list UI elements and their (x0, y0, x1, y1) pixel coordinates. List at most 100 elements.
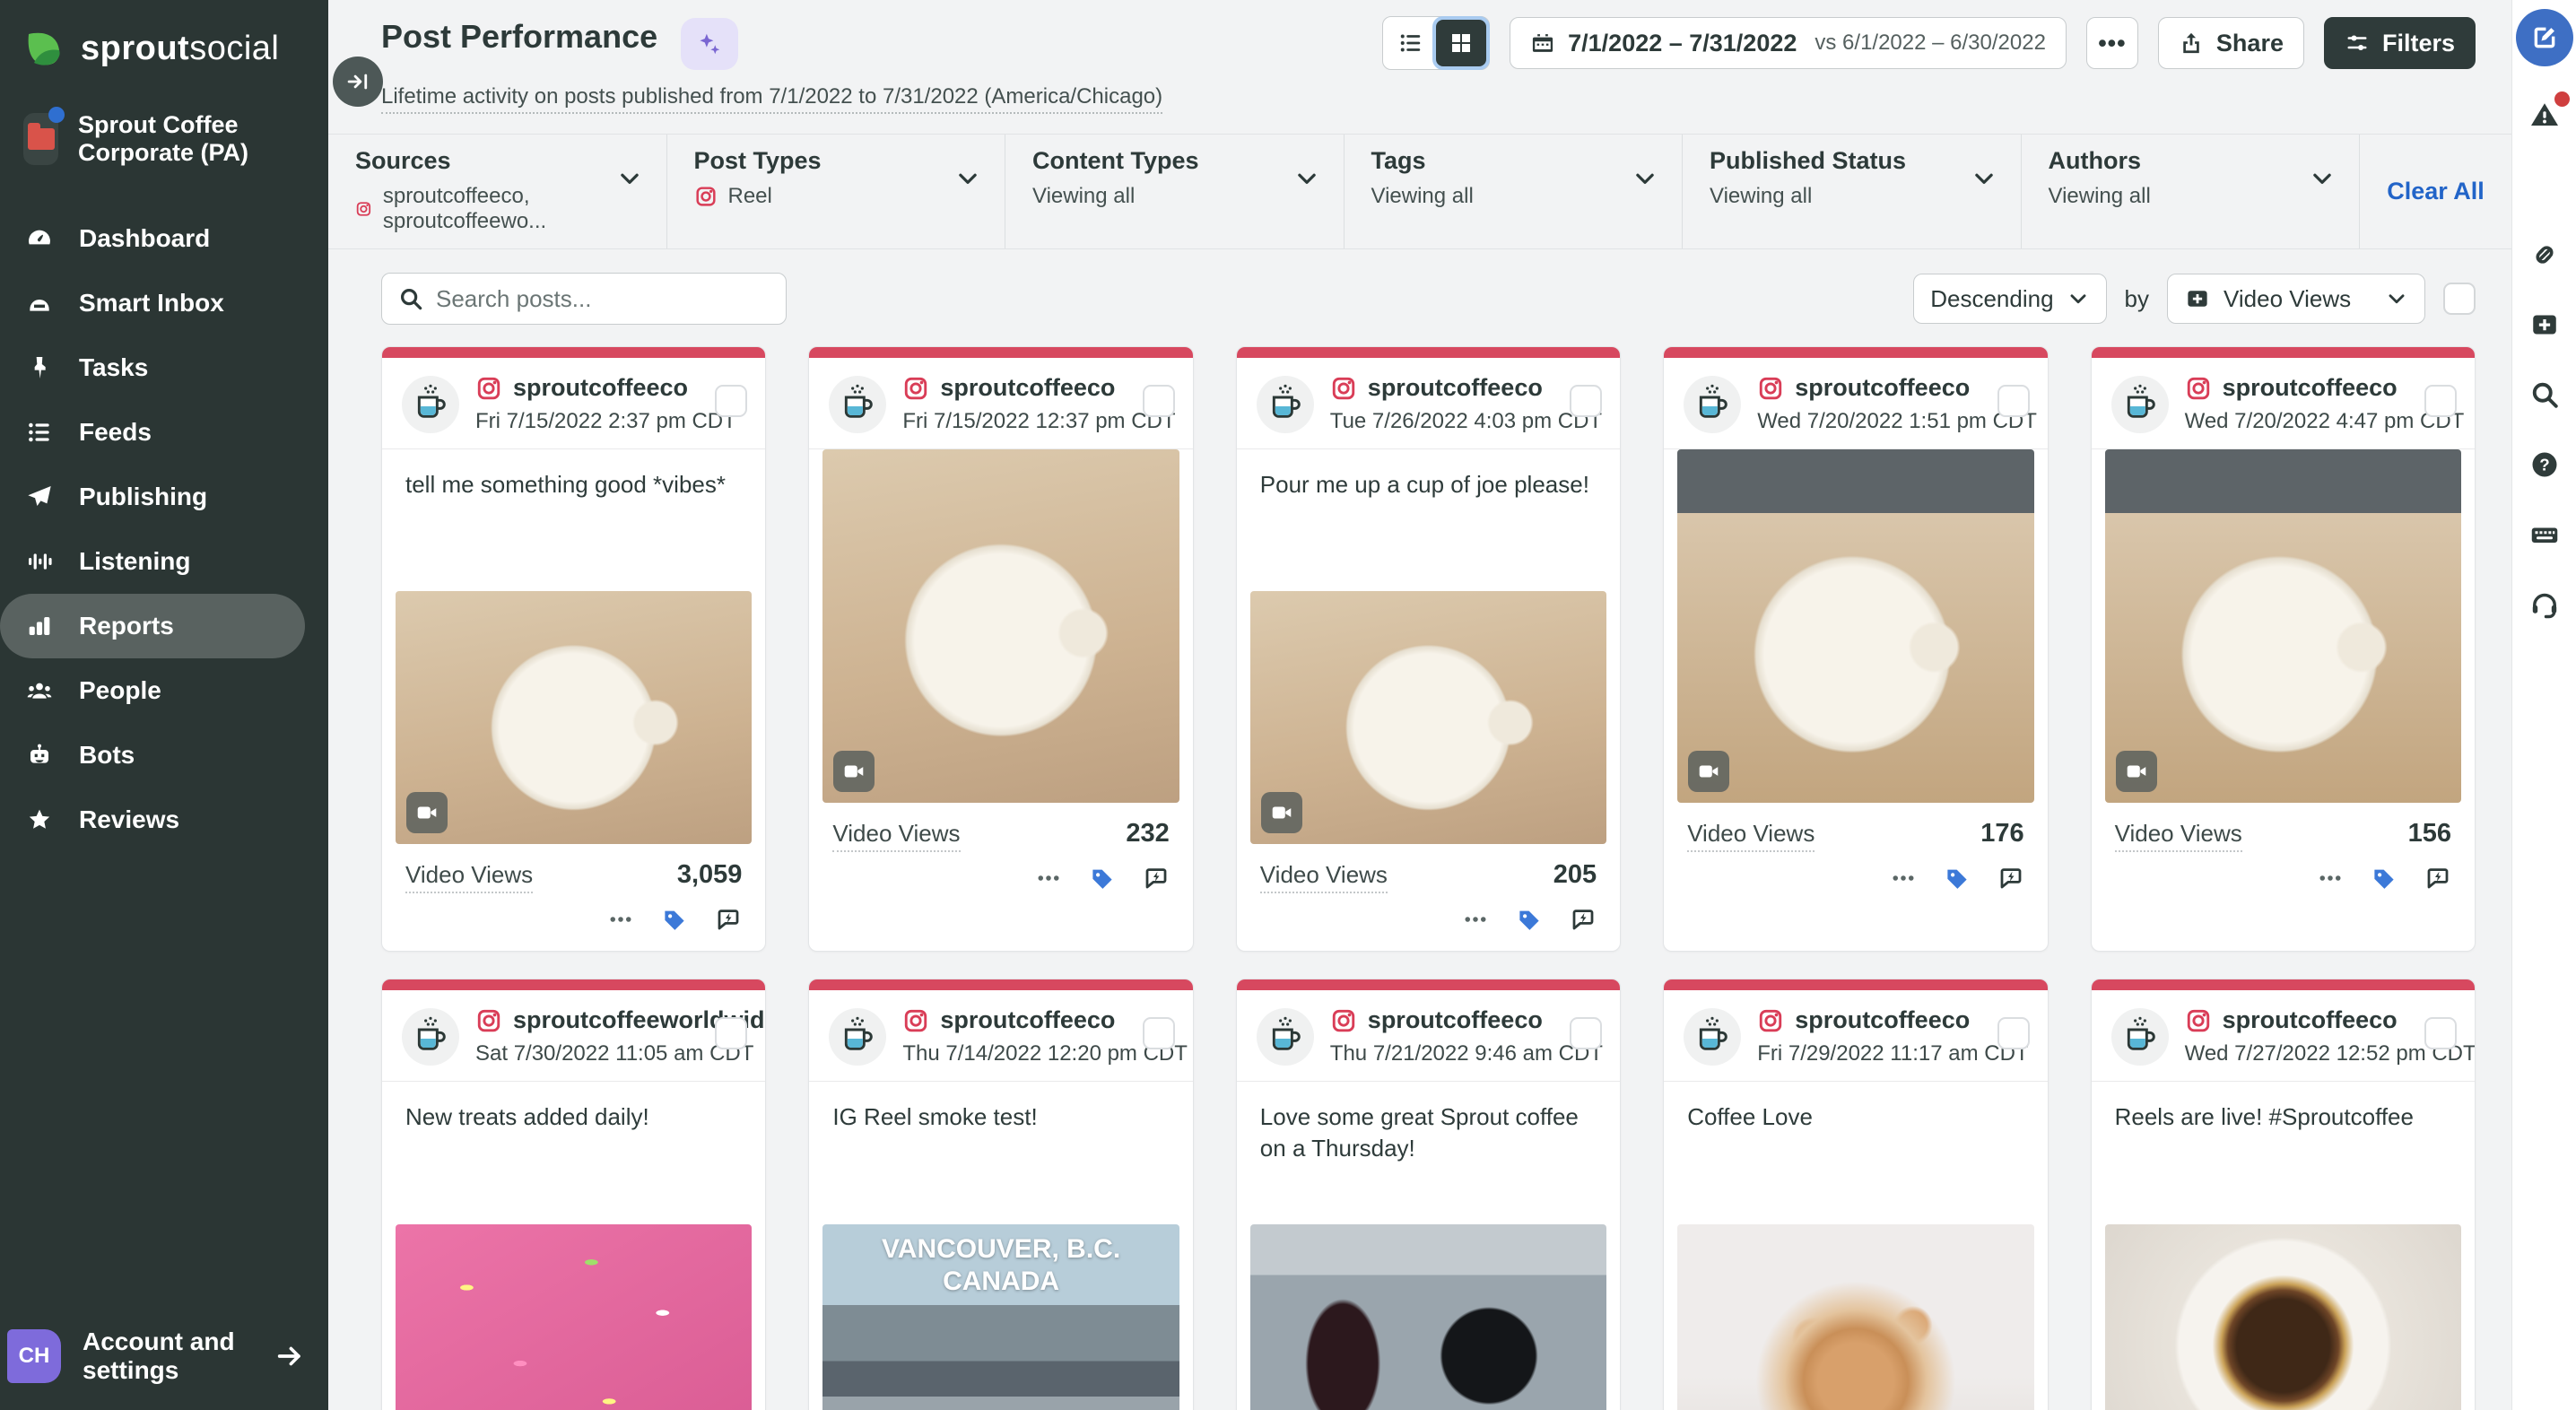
search-button[interactable] (2523, 373, 2566, 416)
feedback-button[interactable] (2523, 163, 2566, 206)
filter-group-authors[interactable]: Authors Viewing all (2021, 135, 2360, 248)
support-button[interactable] (2523, 583, 2566, 626)
more-options-icon[interactable] (607, 906, 634, 933)
filter-group-published-status[interactable]: Published Status Viewing all (1682, 135, 2021, 248)
sidebar-item-reviews[interactable]: Reviews (0, 788, 328, 852)
post-image[interactable] (1677, 449, 2033, 803)
feedback-message-icon[interactable] (1997, 865, 2024, 892)
select-all-checkbox[interactable] (2443, 283, 2476, 315)
post-account[interactable]: sproutcoffeeco (1368, 1006, 1543, 1034)
sort-metric-select[interactable]: Video Views (2167, 274, 2425, 324)
link-button[interactable] (2523, 233, 2566, 276)
feedback-message-icon[interactable] (715, 906, 742, 933)
clear-all-cell: Clear All (2359, 135, 2511, 248)
date-range-button[interactable]: 7/1/2022 – 7/31/2022 vs 6/1/2022 – 6/30/… (1510, 17, 2067, 69)
workspace-switcher[interactable]: Sprout Coffee Corporate (PA) (0, 88, 328, 190)
post-checkbox[interactable] (715, 385, 747, 417)
post-account[interactable]: sproutcoffeeco (940, 374, 1115, 402)
filter-group-sources[interactable]: Sources sproutcoffeeco, sproutcoffeewo..… (328, 135, 666, 248)
search-input[interactable] (381, 273, 787, 325)
post-checkbox[interactable] (1143, 1017, 1175, 1049)
main-content: Post Performance Lifetime activity on po… (328, 0, 2511, 1410)
tag-icon[interactable] (1089, 865, 1116, 892)
post-metric-row: Video Views 232 (809, 803, 1192, 852)
filter-group-content-types[interactable]: Content Types Viewing all (1005, 135, 1344, 248)
sidebar-item-people[interactable]: People (0, 658, 328, 723)
alerts-button[interactable] (2523, 93, 2566, 136)
avatar (829, 376, 886, 433)
brand-logo[interactable]: sproutsocial (0, 0, 328, 88)
post-checkbox[interactable] (1570, 1017, 1602, 1049)
sidebar-item-bots[interactable]: Bots (0, 723, 328, 788)
post-account[interactable]: sproutcoffeeco (2223, 1006, 2398, 1034)
tag-icon[interactable] (1944, 865, 1971, 892)
more-options-icon[interactable] (1890, 865, 1917, 892)
post-checkbox[interactable] (2424, 385, 2457, 417)
tag-icon[interactable] (1516, 906, 1543, 933)
sidebar-item-listening[interactable]: Listening (0, 529, 328, 594)
compose-button[interactable] (2516, 9, 2573, 66)
sidebar-item-tasks[interactable]: Tasks (0, 335, 328, 400)
post-account[interactable]: sproutcoffeeco (1795, 374, 1970, 402)
post-image[interactable] (396, 591, 752, 844)
tag-icon[interactable] (2371, 865, 2398, 892)
instagram-icon (1330, 375, 1357, 402)
tag-icon[interactable] (661, 906, 688, 933)
post-card: sproutcoffeeco Fri 7/15/2022 12:37 pm CD… (808, 346, 1193, 952)
more-options-icon[interactable] (1462, 906, 1489, 933)
ai-assist-badge[interactable] (681, 18, 738, 70)
post-checkbox[interactable] (1143, 385, 1175, 417)
share-button[interactable]: Share (2158, 17, 2304, 69)
filter-group-tags[interactable]: Tags Viewing all (1344, 135, 1683, 248)
post-image[interactable] (396, 1224, 752, 1410)
metric-name[interactable]: Video Views (832, 820, 960, 852)
video-camera-icon (842, 760, 866, 783)
feedback-message-icon[interactable] (2424, 865, 2451, 892)
more-options-icon[interactable] (2317, 865, 2344, 892)
sidebar-item-smart-inbox[interactable]: Smart Inbox (0, 271, 328, 335)
instagram-icon (475, 375, 502, 402)
post-image[interactable] (2105, 1224, 2461, 1410)
post-checkbox[interactable] (1997, 385, 2030, 417)
sidebar-collapse-button[interactable] (333, 57, 383, 107)
metric-name[interactable]: Video Views (1687, 820, 1815, 852)
sort-order-select[interactable]: Descending (1913, 274, 2106, 324)
help-button[interactable] (2523, 443, 2566, 486)
feedback-message-icon[interactable] (1570, 906, 1597, 933)
filters-button[interactable]: Filters (2324, 17, 2476, 69)
post-checkbox[interactable] (1570, 385, 1602, 417)
post-image[interactable] (2105, 449, 2461, 803)
account-and-settings[interactable]: CH Account and settings (0, 1308, 328, 1410)
post-account[interactable]: sproutcoffeeco (1368, 374, 1543, 402)
post-account[interactable]: sproutcoffeeco (1795, 1006, 1970, 1034)
post-checkbox[interactable] (2424, 1017, 2457, 1049)
post-checkbox[interactable] (1997, 1017, 2030, 1049)
link-icon (2528, 239, 2561, 271)
feedback-message-icon[interactable] (1143, 865, 1170, 892)
post-image[interactable] (822, 449, 1179, 803)
sidebar-item-reports[interactable]: Reports (0, 594, 305, 658)
post-card: sproutcoffeeworldwide Sat 7/30/2022 11:0… (381, 979, 766, 1410)
more-options-button[interactable]: ••• (2086, 17, 2138, 69)
clear-all-button[interactable]: Clear All (2387, 178, 2485, 205)
post-account[interactable]: sproutcoffeeco (513, 374, 688, 402)
post-image[interactable] (1250, 1224, 1606, 1410)
filter-group-post-types[interactable]: Post Types Reel (666, 135, 1005, 248)
post-image[interactable]: VANCOUVER, B.C. CANADA (822, 1224, 1179, 1410)
post-checkbox[interactable] (715, 1017, 747, 1049)
post-account[interactable]: sproutcoffeeco (940, 1006, 1115, 1034)
metric-name[interactable]: Video Views (2115, 820, 2242, 852)
sidebar-item-publishing[interactable]: Publishing (0, 465, 328, 529)
sidebar-item-feeds[interactable]: Feeds (0, 400, 328, 465)
metric-name[interactable]: Video Views (1260, 861, 1388, 893)
metric-name[interactable]: Video Views (405, 861, 533, 893)
post-account[interactable]: sproutcoffeeco (2223, 374, 2398, 402)
sidebar-item-dashboard[interactable]: Dashboard (0, 206, 328, 271)
post-image[interactable] (1250, 591, 1606, 844)
grid-view-button[interactable] (1436, 20, 1486, 66)
add-button[interactable] (2523, 303, 2566, 346)
list-view-button[interactable] (1386, 20, 1436, 66)
more-options-icon[interactable] (1035, 865, 1062, 892)
post-image[interactable] (1677, 1224, 2033, 1410)
keyboard-shortcuts-button[interactable] (2523, 513, 2566, 556)
